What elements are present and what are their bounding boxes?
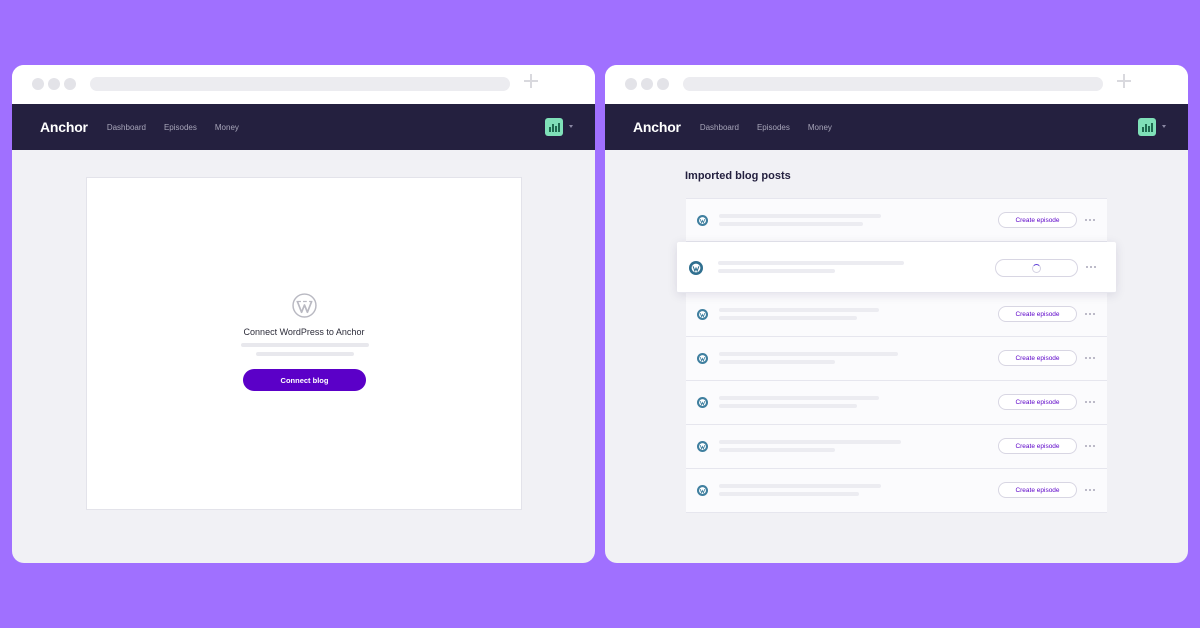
description-placeholder-line [256,352,354,356]
more-options-icon[interactable] [1085,445,1095,447]
wordpress-icon [292,293,317,318]
window-controls [32,78,76,90]
address-bar[interactable] [90,77,510,91]
post-excerpt-placeholder [719,404,857,408]
post-title-placeholder [719,308,879,312]
wordpress-icon [689,261,703,275]
description-placeholder-line [241,343,369,347]
loading-spinner-icon [1032,263,1041,273]
list-item[interactable]: Create episode [686,293,1107,337]
more-options-icon[interactable] [1085,313,1095,315]
nav-episodes[interactable]: Episodes [164,123,197,132]
wordpress-icon [697,309,708,320]
nav-dashboard[interactable]: Dashboard [700,123,739,132]
list-item[interactable]: Create episode [686,381,1107,425]
create-episode-button[interactable]: Create episode [998,482,1077,498]
more-options-icon[interactable] [1085,401,1095,403]
nav-episodes[interactable]: Episodes [757,123,790,132]
connect-wordpress-card: Connect WordPress to Anchor Connect blog [86,177,522,510]
wordpress-icon [697,485,708,496]
list-item[interactable]: Create episode [686,198,1107,242]
window-controls [625,78,669,90]
post-excerpt-placeholder [719,360,835,364]
browser-chrome [605,65,1188,104]
blog-post-list: Create episode Create episode Create epi… [677,198,1116,513]
chevron-down-icon[interactable] [569,125,573,128]
create-episode-button[interactable]: Create episode [998,350,1077,366]
browser-chrome [12,65,595,104]
post-excerpt-placeholder [719,316,857,320]
create-episode-button[interactable]: Create episode [998,438,1077,454]
create-episode-button-loading[interactable] [995,259,1078,277]
close-dot[interactable] [625,78,637,90]
nav-money[interactable]: Money [808,123,832,132]
top-navbar: Anchor Dashboard Episodes Money [12,104,595,150]
create-episode-button[interactable]: Create episode [998,394,1077,410]
post-title-placeholder [718,261,904,265]
page-title: Imported blog posts [685,170,791,182]
browser-window-right: Anchor Dashboard Episodes Money Imported… [605,65,1188,563]
post-title-placeholder [719,396,879,400]
wordpress-icon [697,353,708,364]
nav-money[interactable]: Money [215,123,239,132]
minimize-dot[interactable] [641,78,653,90]
maximize-dot[interactable] [657,78,669,90]
post-title-placeholder [719,484,881,488]
more-options-icon[interactable] [1085,489,1095,491]
post-excerpt-placeholder [719,448,835,452]
chevron-down-icon[interactable] [1162,125,1166,128]
minimize-dot[interactable] [48,78,60,90]
anchor-logo[interactable]: Anchor [40,119,88,135]
create-episode-button[interactable]: Create episode [998,306,1077,322]
more-options-icon[interactable] [1085,357,1095,359]
nav-dashboard[interactable]: Dashboard [107,123,146,132]
list-item[interactable]: Create episode [686,337,1107,381]
post-excerpt-placeholder [718,269,835,273]
wordpress-icon [697,215,708,226]
list-item[interactable]: Create episode [686,469,1107,513]
top-navbar: Anchor Dashboard Episodes Money [605,104,1188,150]
post-title-placeholder [719,440,901,444]
post-title-placeholder [719,214,881,218]
anchor-logo[interactable]: Anchor [633,119,681,135]
avatar[interactable] [545,118,563,136]
address-bar[interactable] [683,77,1103,91]
list-item-loading[interactable] [677,242,1116,293]
create-episode-button[interactable]: Create episode [998,212,1077,228]
new-tab-icon[interactable] [524,74,538,88]
maximize-dot[interactable] [64,78,76,90]
new-tab-icon[interactable] [1117,74,1131,88]
post-title-placeholder [719,352,898,356]
list-item[interactable]: Create episode [686,425,1107,469]
connect-blog-button[interactable]: Connect blog [243,369,366,391]
close-dot[interactable] [32,78,44,90]
post-excerpt-placeholder [719,222,863,226]
browser-window-left: Anchor Dashboard Episodes Money Connect … [12,65,595,563]
avatar[interactable] [1138,118,1156,136]
wordpress-icon [697,397,708,408]
wordpress-icon [697,441,708,452]
more-options-icon[interactable] [1086,266,1096,268]
more-options-icon[interactable] [1085,219,1095,221]
post-excerpt-placeholder [719,492,859,496]
connect-title: Connect WordPress to Anchor [243,327,365,337]
